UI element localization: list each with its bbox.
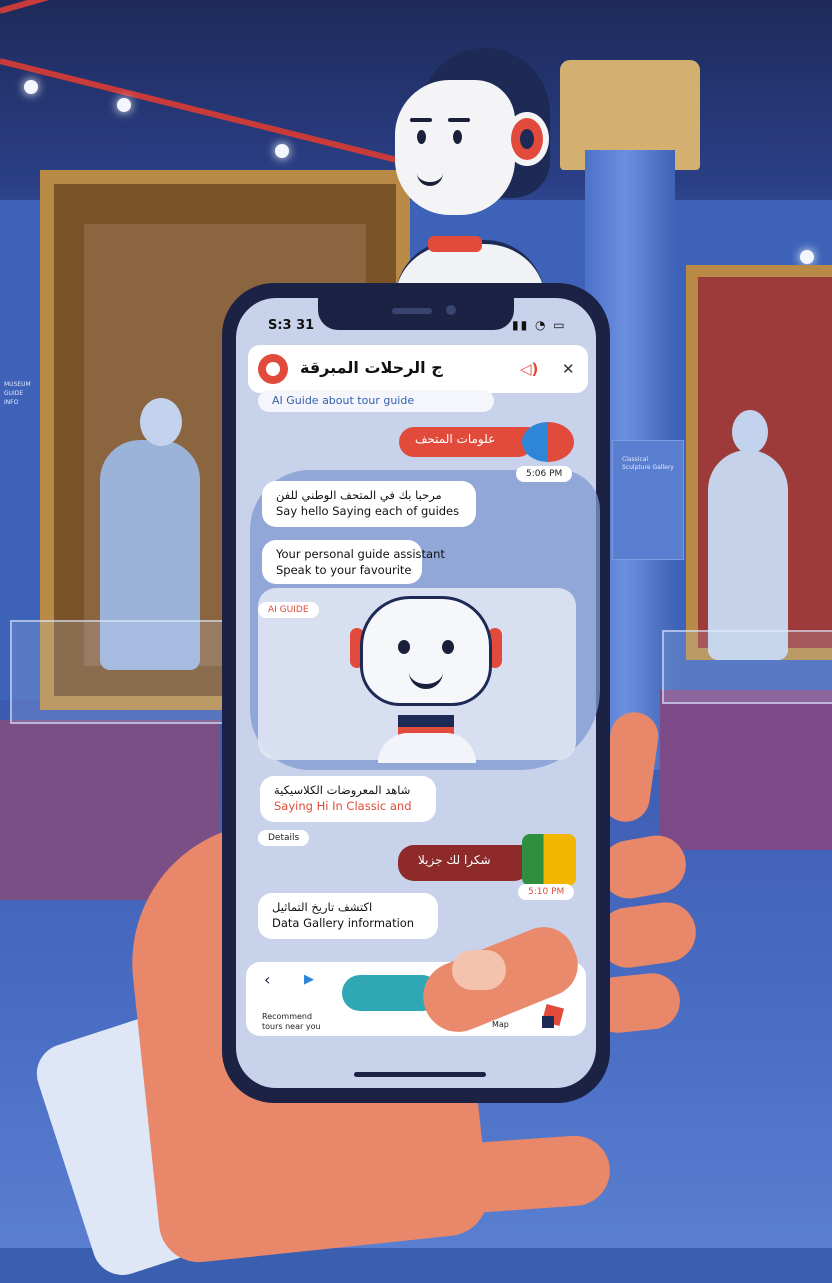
ceiling-lamp [24, 80, 38, 94]
hand-finger [417, 1133, 613, 1217]
sender-label: AI GUIDE [258, 602, 319, 618]
robot-eye [453, 130, 462, 144]
back-icon[interactable]: ‹ [264, 970, 270, 989]
app-title-text: الرحلات المبرقة [300, 358, 426, 377]
robot-neck [428, 236, 482, 252]
language-chip-label: AI Guide about tour guide [272, 394, 415, 407]
display-plinth-right [660, 690, 832, 850]
message-line: Speak to your favourite [276, 563, 412, 577]
bot-avatar [522, 834, 576, 886]
status-time: S:3 31 [268, 318, 315, 333]
chat-logo-icon [258, 354, 288, 384]
message-line: Saying Hi In Classic and [274, 799, 412, 813]
quick-action-label[interactable]: Recommend tours near you [262, 1012, 332, 1032]
timestamp: Details [258, 830, 310, 846]
message-time: 5:10 PM [518, 884, 575, 900]
display-case-left [10, 620, 224, 724]
message-time: 5:06 PM [516, 466, 573, 482]
robot-eye [442, 640, 454, 654]
close-icon[interactable]: ✕ [562, 360, 575, 378]
message-incoming[interactable]: اكتشف تاريخ التماثيل Data Gallery inform… [258, 893, 438, 939]
message-text: علومات المتحف [415, 432, 496, 446]
message-incoming[interactable]: شاهد المعروضات الكلاسيكية Saying Hi In C… [260, 776, 436, 822]
statue-right [708, 450, 788, 660]
robot-body [378, 733, 476, 763]
phone-notch [318, 298, 514, 330]
phone-camera [446, 305, 456, 315]
message-line: شاهد المعروضات الكلاسيكية [274, 783, 411, 797]
play-icon[interactable]: ▶ [304, 972, 314, 987]
home-indicator[interactable] [354, 1072, 486, 1077]
ceiling-lamp [117, 98, 131, 112]
statue-right-head [732, 410, 768, 454]
robot-face [395, 80, 515, 215]
status-icons: ▮▮ ◔ ▭ [512, 318, 567, 332]
robot-brow [448, 118, 470, 122]
wall-info-text: MUSEUM GUIDE INFO [4, 381, 31, 406]
message-line: Data Gallery information [272, 916, 415, 930]
thumb-nail [452, 950, 506, 990]
app-title-suffix: ج [431, 358, 443, 377]
map-icon-part [542, 1016, 554, 1028]
message-incoming[interactable]: مرحبا بك في المتحف الوطني للفن Say hello… [262, 481, 476, 527]
robot-eye [398, 640, 410, 654]
message-outgoing[interactable]: شكرا لك جزيلا [398, 845, 530, 881]
statue-left-head [140, 398, 182, 446]
plaque-text: Classical Sculpture Gallery [622, 456, 674, 471]
ceiling-lamp [800, 250, 814, 264]
robot-avatar-head [360, 596, 492, 706]
robot-eye [417, 130, 426, 144]
ceiling-lamp [275, 144, 289, 158]
message-line: Your personal guide assistant [276, 547, 445, 561]
message-outgoing[interactable]: علومات المتحف [399, 427, 533, 457]
display-case-right [662, 630, 832, 704]
robot-ear [505, 112, 549, 166]
robot-brow [410, 118, 432, 122]
message-line: مرحبا بك في المتحف الوطني للفن [276, 488, 442, 502]
message-line: Say hello Saying each of guides [276, 504, 460, 518]
speaker-icon[interactable]: ◁) [520, 360, 538, 378]
app-title: ج الرحلات المبرقة [300, 358, 443, 377]
phone-speaker [392, 308, 432, 314]
language-chip[interactable]: AI Guide about tour guide [258, 390, 494, 412]
message-incoming[interactable]: Your personal guide assistant Speak to y… [262, 540, 445, 584]
bot-avatar [522, 422, 574, 462]
message-text: شكرا لك جزيلا [418, 853, 491, 867]
map-label[interactable]: Map [492, 1020, 509, 1029]
message-line: اكتشف تاريخ التماثيل [272, 900, 373, 914]
